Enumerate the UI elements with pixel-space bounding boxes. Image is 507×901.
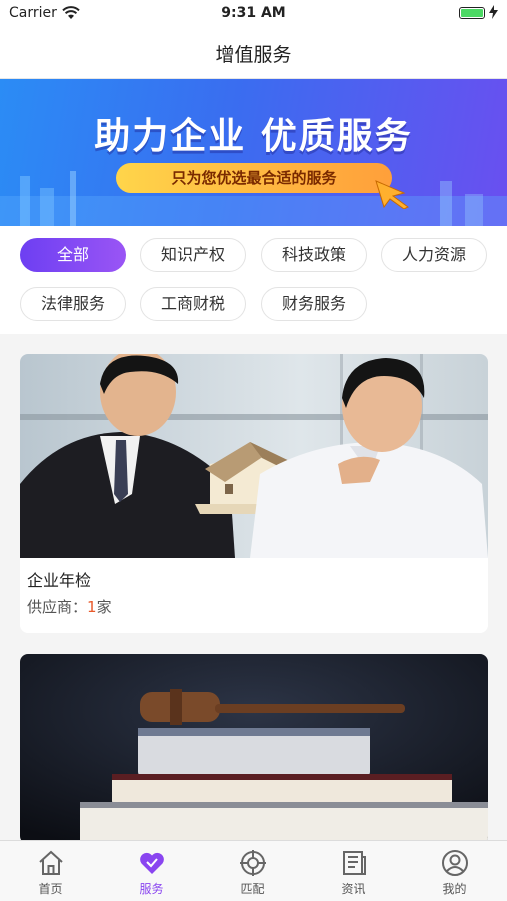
tab-home[interactable]: 首页: [0, 841, 101, 901]
business-handshake-image: [20, 354, 488, 558]
category-filter: 全部 知识产权 科技政策 人力资源 法律服务 工商财税 财务服务: [0, 226, 507, 334]
user-icon: [442, 850, 468, 876]
supplier-info: 供应商：1家: [27, 596, 112, 617]
service-card[interactable]: 企业年检 供应商：1家: [20, 354, 488, 633]
tab-news[interactable]: 资讯: [303, 841, 404, 901]
supplier-unit: 家: [96, 598, 112, 616]
legal-gavel-books-image: [20, 654, 488, 844]
tab-label: 首页: [38, 882, 63, 896]
supplier-count: 1: [87, 598, 97, 616]
filter-chip-hr[interactable]: 人力资源: [381, 238, 487, 272]
news-icon: [343, 851, 366, 875]
filter-chip-ip[interactable]: 知识产权: [140, 238, 246, 272]
status-bar: Carrier 9:31 AM: [0, 0, 507, 28]
cursor-icon: [375, 180, 409, 209]
tab-mine[interactable]: 我的: [404, 841, 505, 901]
target-icon: [240, 850, 266, 876]
tab-match[interactable]: 匹配: [202, 841, 303, 901]
nav-bar: 增值服务: [0, 28, 507, 79]
tab-label: 匹配: [240, 882, 265, 896]
tab-label: 我的: [442, 882, 467, 896]
banner-subline: 只为您优选最合适的服务: [116, 163, 392, 193]
filter-chip-tech-policy[interactable]: 科技政策: [261, 238, 367, 272]
tab-label: 服务: [139, 882, 164, 896]
home-icon: [39, 850, 63, 875]
filter-chip-finance[interactable]: 财务服务: [261, 287, 367, 321]
card-title: 企业年检: [27, 571, 92, 590]
clock: 9:31 AM: [221, 5, 286, 21]
filter-chip-legal[interactable]: 法律服务: [20, 287, 126, 321]
tab-service[interactable]: 服务: [101, 841, 202, 901]
banner-headline: 助力企业 优质服务: [94, 116, 413, 157]
battery-icon: [459, 7, 485, 19]
charging-icon: [489, 5, 498, 19]
filter-chip-tax[interactable]: 工商财税: [140, 287, 246, 321]
supplier-label: 供应商：: [27, 598, 88, 616]
tab-bar: 首页 服务 匹配 资讯 我的: [0, 840, 507, 901]
promo-banner[interactable]: 助力企业 优质服务 只为您优选最合适的服务: [0, 79, 507, 226]
filter-chip-all[interactable]: 全部: [20, 238, 126, 272]
service-card[interactable]: [20, 654, 488, 844]
heart-icon: [140, 852, 164, 874]
tab-label: 资讯: [341, 882, 366, 896]
page-title: 增值服务: [215, 44, 292, 66]
